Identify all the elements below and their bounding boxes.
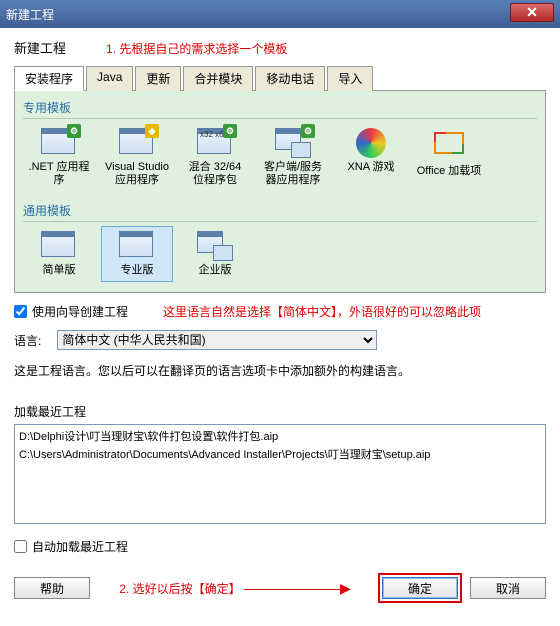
- section-title: 新建工程: [14, 38, 66, 57]
- template-xna[interactable]: XNA 游戏: [335, 123, 407, 192]
- recent-label: 加载最近工程: [14, 403, 546, 420]
- tab-strip: 安装程序 Java 更新 合并模块 移动电话 导入: [14, 65, 546, 91]
- template-mixed[interactable]: x32 x64⚙ 混合 32/64 位程序包: [179, 123, 251, 192]
- window-title: 新建工程: [6, 6, 54, 23]
- tab-installer[interactable]: 安装程序: [14, 66, 84, 91]
- tab-update[interactable]: 更新: [135, 66, 181, 91]
- template-panel: 专用模板 ⚙ .NET 应用程序 ◆ Visual Studio 应用程序 x3…: [14, 91, 546, 293]
- tab-import[interactable]: 导入: [327, 66, 373, 91]
- wizard-checkbox[interactable]: [14, 305, 27, 318]
- template-enterprise[interactable]: 企业版: [179, 226, 251, 282]
- title-bar: 新建工程 ✕: [0, 0, 560, 28]
- gear-icon: ⚙: [223, 124, 237, 138]
- language-label: 语言:: [14, 332, 41, 349]
- autoload-label: 自动加载最近工程: [32, 538, 128, 555]
- vs-icon: ◆: [145, 124, 159, 138]
- gear-icon: ⚙: [67, 124, 81, 138]
- language-select[interactable]: 简体中文 (中华人民共和国): [57, 330, 377, 350]
- template-pro[interactable]: 专业版: [101, 226, 173, 282]
- template-net[interactable]: ⚙ .NET 应用程序: [23, 123, 95, 192]
- cancel-button[interactable]: 取消: [470, 577, 546, 599]
- wizard-label: 使用向导创建工程: [32, 303, 128, 320]
- gear-icon: ⚙: [301, 124, 315, 138]
- template-vs[interactable]: ◆ Visual Studio 应用程序: [101, 123, 173, 192]
- template-office[interactable]: Office 加载项: [413, 123, 485, 192]
- tab-java[interactable]: Java: [86, 66, 133, 91]
- autoload-checkbox[interactable]: [14, 540, 27, 553]
- list-item[interactable]: C:\Users\Administrator\Documents\Advance…: [17, 445, 543, 463]
- template-simple[interactable]: 简单版: [23, 226, 95, 282]
- template-client-server[interactable]: ⚙ 客户端/服务器应用程序: [257, 123, 329, 192]
- xna-icon: [356, 128, 386, 158]
- recent-list[interactable]: D:\Delphi设计\叮当理财宝\软件打包设置\软件打包.aip C:\Use…: [14, 424, 546, 524]
- tab-mobile[interactable]: 移动电话: [255, 66, 325, 91]
- annotation-step2: 2. 选好以后按【确定】: [119, 582, 240, 596]
- tab-merge[interactable]: 合并模块: [183, 66, 253, 91]
- annotation-lang: 这里语言自然是选择【简体中文】，外语很好的可以忽略此项: [163, 303, 481, 320]
- ok-highlight: 确定: [378, 573, 462, 603]
- list-item[interactable]: D:\Delphi设计\叮当理财宝\软件打包设置\软件打包.aip: [17, 427, 543, 445]
- help-button[interactable]: 帮助: [14, 577, 90, 599]
- close-button[interactable]: ✕: [510, 3, 554, 22]
- annotation-step1: 1. 先根据自己的需求选择一个模板: [106, 40, 287, 57]
- office-icon: [434, 132, 464, 154]
- group-special: 专用模板: [23, 99, 537, 119]
- group-general: 通用模板: [23, 202, 537, 222]
- ok-button[interactable]: 确定: [382, 577, 458, 599]
- arrow-icon: ————————▶: [244, 580, 349, 596]
- language-description: 这是工程语言。您以后可以在翻译页的语言选项卡中添加额外的构建语言。: [14, 362, 546, 379]
